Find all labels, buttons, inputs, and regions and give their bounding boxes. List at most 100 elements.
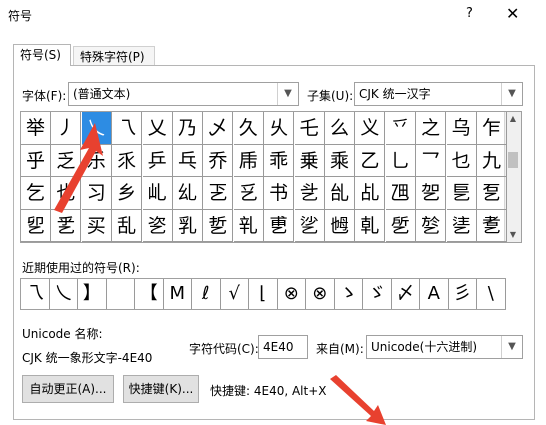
title-bar: 符号 ? ✕ — [0, 0, 546, 30]
symbol-cell[interactable]: 乻 — [416, 209, 447, 242]
recent-symbol-cell[interactable]: ⊗ — [278, 279, 306, 309]
subset-value: CJK 统一汉字 — [359, 87, 431, 101]
symbol-cell[interactable]: 乧 — [294, 177, 325, 210]
recent-symbols[interactable]: 乁乀】【Mℓ √ ⌊ ⊗ ⊗ ゝゞ〆 A 彡 \ — [20, 278, 506, 310]
recent-symbol-cell[interactable]: 乁 — [21, 279, 50, 309]
recent-symbol-cell[interactable]: ゞ — [363, 279, 392, 309]
symbol-cell[interactable]: 乇 — [294, 112, 325, 145]
recent-symbol-cell[interactable]: M — [164, 279, 192, 309]
scroll-down-icon[interactable]: ▼ — [505, 228, 521, 242]
symbol-cell[interactable]: 乱 — [112, 209, 143, 242]
symbol-cell[interactable]: 乷 — [294, 209, 325, 242]
from-value: Unicode(十六进制) — [371, 340, 478, 354]
recent-symbol-cell[interactable]: ⊗ — [306, 279, 335, 309]
from-dropdown[interactable]: Unicode(十六进制) ▼ — [366, 335, 523, 359]
symbol-cell[interactable]: 义 — [355, 112, 386, 145]
symbol-cell[interactable]: 乁 — [112, 112, 143, 145]
help-button[interactable]: ? — [466, 6, 473, 21]
autocorrect-button[interactable]: 自动更正(A)... — [22, 375, 114, 403]
scroll-thumb[interactable] — [508, 152, 518, 168]
symbol-cell[interactable]: 之 — [416, 112, 447, 145]
symbol-cell[interactable]: 乆 — [264, 112, 295, 145]
symbol-cell[interactable]: 乨 — [325, 177, 355, 210]
symbol-cell[interactable]: 乳 — [173, 209, 203, 242]
symbol-cell[interactable]: 乘 — [325, 144, 355, 177]
symbol-cell[interactable]: 乑 — [112, 144, 143, 177]
font-dropdown[interactable]: (普通文本) ▼ — [68, 82, 299, 106]
symbol-cell[interactable]: 乡 — [112, 177, 143, 210]
recent-symbol-cell[interactable]: A — [420, 279, 449, 309]
symbol-cell[interactable]: 乊 — [385, 112, 416, 145]
recent-symbol-cell[interactable]: ⌊ — [249, 279, 278, 309]
recent-symbol-cell[interactable]: ℓ — [192, 279, 221, 309]
recent-symbol-cell[interactable]: 彡 — [449, 279, 477, 309]
symbol-cell[interactable]: 乙 — [355, 144, 386, 177]
symbol-cell[interactable]: 乽 — [477, 209, 507, 242]
recent-symbol-cell[interactable]: ゝ — [335, 279, 363, 309]
symbol-cell[interactable]: 乵 — [233, 209, 264, 242]
chevron-down-icon[interactable]: ▼ — [501, 83, 522, 105]
symbol-cell[interactable]: 么 — [325, 112, 355, 145]
symbol-cell[interactable]: 乺 — [385, 209, 416, 242]
recent-symbols-label: 近期使用过的符号(R): — [22, 261, 140, 275]
symbol-cell[interactable]: 乥 — [233, 177, 264, 210]
recent-symbol-cell[interactable]: 【 — [135, 279, 164, 309]
symbol-cell[interactable]: 乣 — [173, 177, 203, 210]
symbol-cell[interactable]: 乛 — [416, 144, 447, 177]
symbol-cell[interactable]: 乬 — [446, 177, 477, 210]
symbol-cell[interactable]: 乸 — [325, 209, 355, 242]
symbol-cell[interactable]: 乚 — [385, 144, 416, 177]
subset-dropdown[interactable]: CJK 统一汉字 ▼ — [354, 82, 523, 106]
symbol-cell[interactable]: 乔 — [203, 144, 234, 177]
unicode-name-value: CJK 统一象形文字-4E40 — [22, 351, 153, 365]
symbol-cell[interactable]: 乪 — [385, 177, 416, 210]
symbol-cell[interactable]: 乲 — [142, 209, 173, 242]
symbol-cell[interactable]: 乢 — [142, 177, 173, 210]
symbol-cell[interactable]: 乓 — [173, 144, 203, 177]
symbol-cell[interactable]: 书 — [264, 177, 295, 210]
symbol-cell[interactable]: 乭 — [477, 177, 507, 210]
symbol-cell[interactable]: 乹 — [355, 209, 386, 242]
symbol-cell[interactable]: 乫 — [416, 177, 447, 210]
symbol-cell[interactable]: 乖 — [264, 144, 295, 177]
shortcut-text: 快捷键: 4E40, Alt+X — [210, 384, 327, 398]
recent-symbol-cell[interactable]: √ — [221, 279, 249, 309]
chevron-down-icon[interactable]: ▼ — [277, 83, 298, 105]
symbol-cell[interactable]: 乤 — [203, 177, 234, 210]
font-value: (普通文本) — [73, 87, 131, 101]
symbol-cell[interactable]: 乃 — [173, 112, 203, 145]
symbol-cell[interactable]: 乌 — [446, 112, 477, 145]
symbol-cell[interactable]: 乍 — [477, 112, 507, 145]
tab-special-characters[interactable]: 特殊字符(P) — [73, 46, 155, 66]
recent-symbol-cell[interactable]: 〆 — [392, 279, 420, 309]
from-label: 来自(M): — [316, 342, 364, 356]
recent-symbol-cell[interactable]: 】 — [78, 279, 107, 309]
window-title: 符号 — [8, 9, 33, 23]
recent-symbol-cell[interactable]: \ — [477, 279, 506, 309]
subset-label: 子集(U): — [307, 89, 354, 103]
symbol-cell[interactable]: 乂 — [142, 112, 173, 145]
symbol-cell[interactable]: 乄 — [203, 112, 234, 145]
annotation-arrow-icon — [330, 375, 386, 425]
symbol-cell[interactable]: 九 — [477, 144, 507, 177]
unicode-name-label: Unicode 名称: — [22, 327, 103, 341]
char-code-input[interactable]: 4E40 — [258, 335, 308, 359]
shortcut-key-button[interactable]: 快捷键(K)... — [123, 375, 199, 403]
symbol-cell[interactable]: 乗 — [294, 144, 325, 177]
symbol-cell[interactable]: 乩 — [355, 177, 386, 210]
symbol-cell[interactable]: 乜 — [446, 144, 477, 177]
chevron-down-icon[interactable]: ▼ — [501, 336, 522, 358]
recent-symbol-cell[interactable] — [107, 279, 135, 309]
recent-symbol-cell[interactable]: 乀 — [50, 279, 78, 309]
scroll-up-icon[interactable]: ▲ — [505, 112, 521, 126]
symbol-cell[interactable]: 乕 — [233, 144, 264, 177]
symbol-cell[interactable]: 乼 — [446, 209, 477, 242]
annotation-arrow-icon — [54, 123, 103, 213]
tab-symbols[interactable]: 符号(S) — [13, 44, 71, 66]
symbol-cell[interactable]: 乶 — [264, 209, 295, 242]
symbol-cell[interactable]: 乴 — [203, 209, 234, 242]
close-button[interactable]: ✕ — [506, 4, 519, 23]
symbol-cell[interactable]: 久 — [233, 112, 264, 145]
char-code-label: 字符代码(C): — [189, 342, 259, 356]
symbol-cell[interactable]: 乒 — [142, 144, 173, 177]
